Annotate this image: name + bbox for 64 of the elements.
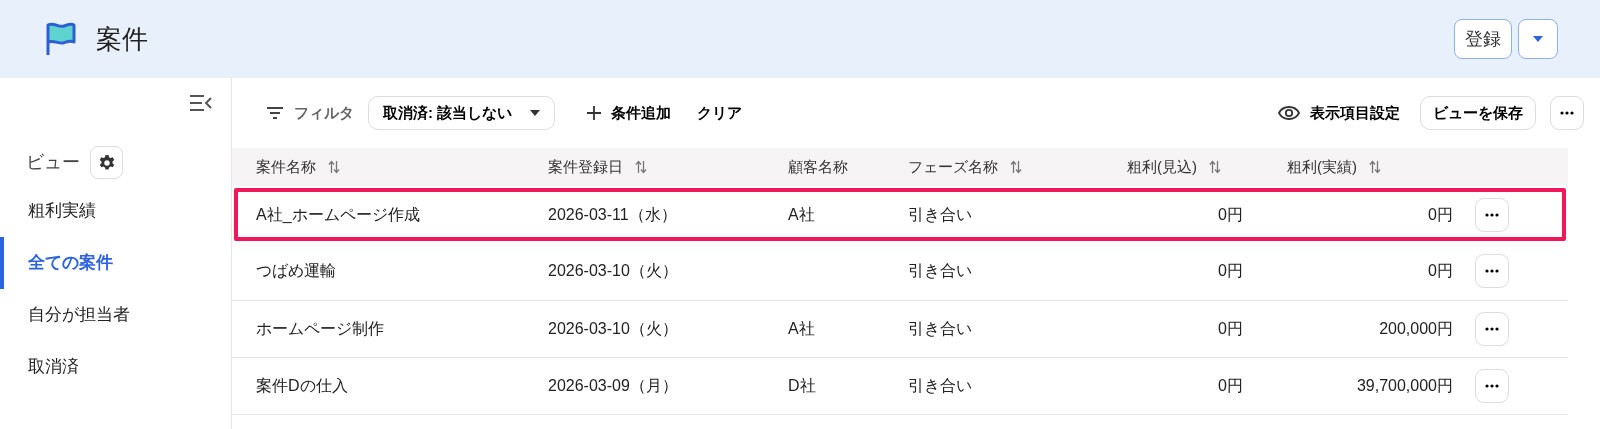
flag-icon: [44, 21, 78, 57]
sort-icon[interactable]: [1209, 159, 1221, 174]
sidebar-item[interactable]: 全ての案件: [0, 237, 231, 289]
caret-icon: [1533, 36, 1543, 42]
table-cell: 0円: [1218, 262, 1243, 280]
more-icon: [1485, 383, 1499, 388]
row-menu-button[interactable]: [1475, 368, 1509, 403]
sidebar-item[interactable]: 自分が担当者: [0, 289, 231, 341]
sort-icon[interactable]: [328, 159, 340, 174]
more-icon: [1485, 326, 1499, 331]
filter-label: フィルタ: [294, 102, 354, 123]
sort-icon[interactable]: [635, 159, 647, 174]
dropdown-button[interactable]: [1518, 19, 1558, 59]
table-cell: 2026-03-11（水）: [548, 205, 677, 223]
table-cell: 0円: [1218, 376, 1243, 394]
table-cell: 2026-03-10（火）: [548, 262, 678, 280]
register-button[interactable]: 登録: [1454, 19, 1512, 59]
settings-button[interactable]: [90, 146, 123, 179]
column-header[interactable]: 粗利(実績): [1287, 157, 1357, 175]
table-cell: 2026-03-09（月）: [548, 376, 678, 394]
table-cell: ホームページ制作: [256, 319, 384, 337]
filter-dropdown[interactable]: 取消済: 該当しない: [368, 96, 556, 130]
eye-icon: [1278, 105, 1300, 121]
table-cell: 0円: [1218, 205, 1243, 223]
table-cell: 0円: [1428, 205, 1453, 223]
sort-icon[interactable]: [1010, 159, 1022, 174]
more-button[interactable]: [1550, 96, 1584, 130]
more-icon: [1560, 111, 1574, 115]
page-title: 案件: [96, 22, 148, 56]
caret-icon: [530, 110, 541, 116]
table-cell: 0円: [1428, 262, 1453, 280]
table-cell: 0円: [1218, 319, 1243, 337]
table-cell: 引き合い: [908, 262, 972, 280]
filter-icon: [266, 106, 284, 120]
sidebar-item[interactable]: 粗利実績: [0, 185, 231, 237]
more-icon: [1485, 269, 1499, 274]
clear-button[interactable]: クリア: [691, 101, 749, 125]
sidebar-item[interactable]: 取消済: [0, 341, 231, 393]
table-cell: A社: [788, 319, 815, 337]
table-cell: 2026-03-10（火）: [548, 319, 678, 337]
display-settings-button[interactable]: 表示項目設定: [1272, 101, 1406, 125]
table-cell: 引き合い: [908, 319, 972, 337]
add-condition-button[interactable]: 条件追加: [581, 101, 678, 125]
save-view-button[interactable]: ビューを保存: [1420, 96, 1536, 130]
table-cell: 39,700,000円: [1356, 376, 1453, 394]
table-cell: 引き合い: [908, 205, 972, 223]
plus-icon: [587, 106, 602, 120]
views-label: ビュー: [26, 151, 80, 174]
table-cell: D社: [788, 376, 816, 394]
table-cell: つばめ運輸: [256, 262, 336, 280]
settings-icon: [97, 153, 116, 172]
row-menu-button[interactable]: [1475, 311, 1509, 346]
more-icon: [1485, 212, 1499, 217]
column-header[interactable]: 案件名称: [256, 157, 316, 175]
collapse-sidebar-icon[interactable]: [189, 94, 213, 112]
table-cell: A社: [788, 205, 815, 223]
table-cell: A社_ホームページ作成: [256, 205, 420, 223]
row-menu-button[interactable]: [1475, 197, 1509, 232]
table-cell: 200,000円: [1379, 319, 1453, 337]
sort-icon[interactable]: [1369, 159, 1381, 174]
column-header[interactable]: 案件登録日: [548, 157, 623, 175]
table-cell: 案件Dの仕入: [256, 376, 348, 394]
row-menu-button[interactable]: [1475, 254, 1509, 289]
table-cell: 引き合い: [908, 376, 972, 394]
